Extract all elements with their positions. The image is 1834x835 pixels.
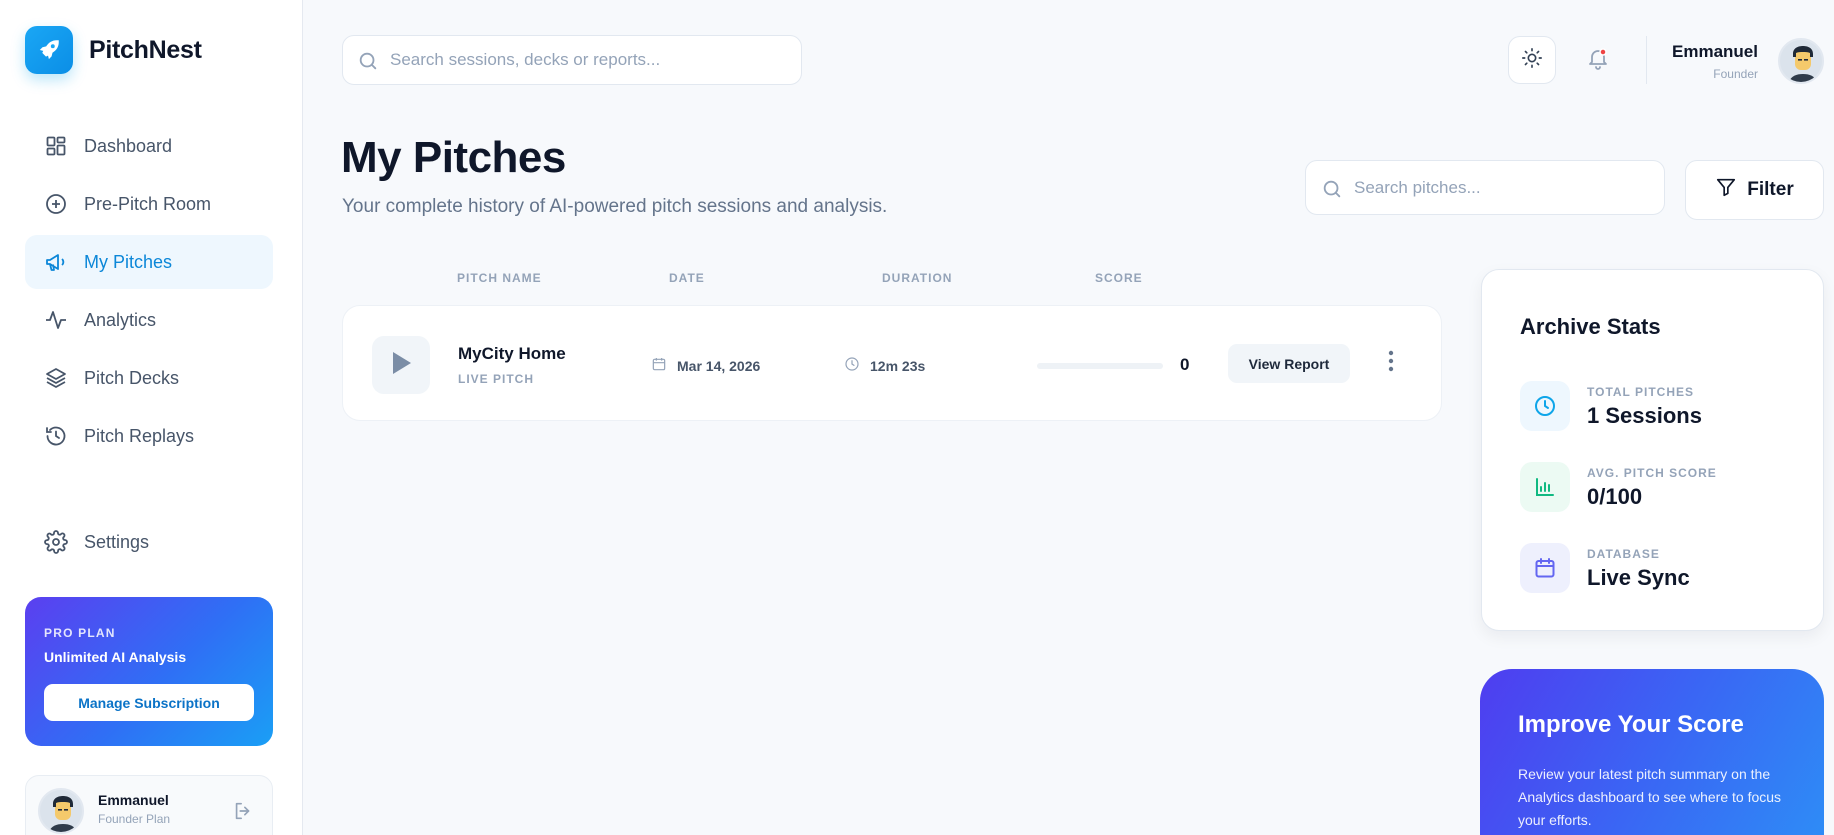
column-header-pitch-name[interactable]: PITCH NAME [457,271,542,285]
pitch-name: MyCity Home [458,344,566,363]
page-subtitle: Your complete history of AI-powered pitc… [342,196,888,217]
bell-icon [1586,46,1610,75]
table-row[interactable]: MyCity Home LIVE PITCH Mar 14, 2026 12m … [342,305,1442,421]
stat-label: DATABASE [1587,547,1660,561]
calendar-icon [651,356,667,375]
sidebar-item-label: My Pitches [84,251,173,272]
pro-plan-title: Unlimited AI Analysis [44,649,187,665]
sidebar: PitchNest Dashboard Pre-Pitch Room My Pi… [0,0,303,835]
sidebar-nav: Dashboard Pre-Pitch Room My Pitches Anal… [25,119,273,467]
search-icon [357,50,379,77]
notifications-button[interactable] [1574,36,1622,84]
sidebar-item-dashboard[interactable]: Dashboard [25,119,273,173]
sidebar-item-label: Pre-Pitch Room [84,193,212,214]
sidebar-user-name: Emmanuel [98,792,169,808]
sidebar-item-pitch-replays[interactable]: Pitch Replays [25,409,273,463]
logout-icon[interactable] [232,800,254,822]
pro-plan-tag: PRO PLAN [44,626,116,640]
play-button[interactable] [372,336,430,394]
plus-circle-icon [44,192,68,216]
score-bar [1037,363,1163,369]
avatar[interactable] [1778,38,1824,84]
pitch-type: LIVE PITCH [458,372,535,386]
brand-name: PitchNest [89,35,202,64]
improve-score-card: Improve Your Score Review your latest pi… [1480,669,1824,835]
view-report-button[interactable]: View Report [1228,344,1350,383]
pro-plan-card: PRO PLAN Unlimited AI Analysis Manage Su… [25,597,273,746]
rocket-icon [25,26,73,74]
sidebar-item-label: Analytics [84,309,157,330]
top-user-info[interactable]: Emmanuel Founder [1672,42,1758,81]
improve-title: Improve Your Score [1518,711,1744,738]
manage-subscription-button[interactable]: Manage Subscription [44,684,254,721]
calendar-icon [1520,543,1570,593]
pitch-search-input[interactable] [1354,177,1664,198]
sidebar-item-label: Pitch Replays [84,425,195,446]
page-title: My Pitches [341,133,566,182]
theme-toggle-button[interactable] [1508,36,1556,84]
stat-value: Live Sync [1587,565,1690,590]
pitch-search [1305,160,1665,215]
column-header-duration[interactable]: DURATION [882,271,952,285]
bar-chart-icon [1520,462,1570,512]
search-icon [1321,178,1343,205]
stat-total-pitches: TOTAL PITCHES 1 Sessions [1520,381,1702,431]
megaphone-icon [44,250,68,274]
clock-icon [844,356,860,375]
archive-stats-title: Archive Stats [1520,314,1661,339]
divider [1646,36,1647,84]
sidebar-item-settings[interactable]: Settings [25,515,273,569]
top-user-role: Founder [1713,67,1758,81]
sidebar-user-plan: Founder Plan [98,812,171,826]
avatar[interactable] [38,788,84,834]
sidebar-item-label: Pitch Decks [84,367,180,388]
sidebar-user-info: Emmanuel Founder Plan [98,792,170,826]
play-icon [389,350,413,381]
pitch-duration: 12m 23s [844,356,925,375]
more-vertical-icon [1388,350,1394,377]
clock-icon [1520,381,1570,431]
gear-icon [44,530,68,554]
sidebar-item-analytics[interactable]: Analytics [25,293,273,347]
stat-label: TOTAL PITCHES [1587,385,1695,399]
stat-avg-score: AVG. PITCH SCORE 0/100 [1520,462,1717,512]
history-icon [44,424,68,448]
sidebar-item-pre-pitch-room[interactable]: Pre-Pitch Room [25,177,273,231]
stat-value: 1 Sessions [1587,403,1702,428]
pitch-duration-value: 12m 23s [870,357,926,374]
activity-icon [44,308,68,332]
dashboard-icon [44,134,68,158]
filter-button[interactable]: Filter [1685,160,1824,220]
stat-label: AVG. PITCH SCORE [1587,466,1717,480]
sidebar-item-label: Dashboard [84,135,173,156]
sidebar-item-pitch-decks[interactable]: Pitch Decks [25,351,273,405]
brand[interactable]: PitchNest [25,26,202,74]
filter-icon [1715,176,1737,204]
sun-icon [1521,47,1543,74]
score-value: 0 [1180,355,1190,374]
column-header-score[interactable]: SCORE [1095,271,1143,285]
global-search-input[interactable] [390,50,801,70]
filter-label: Filter [1747,179,1794,200]
sidebar-item-label: Settings [84,531,150,552]
stat-database: DATABASE Live Sync [1520,543,1690,593]
column-header-date[interactable]: DATE [669,271,705,285]
pitch-date-value: Mar 14, 2026 [677,357,761,374]
improve-text: Review your latest pitch summary on the … [1518,766,1782,828]
more-options-button[interactable] [1380,349,1402,377]
settings-section: Settings [25,515,273,573]
sidebar-user-card: Emmanuel Founder Plan [25,775,273,835]
pitch-date: Mar 14, 2026 [651,356,760,375]
archive-stats-card: Archive Stats TOTAL PITCHES 1 Sessions A… [1481,269,1824,631]
global-search [342,35,802,85]
stat-value: 0/100 [1587,484,1643,509]
sidebar-item-my-pitches[interactable]: My Pitches [25,235,273,289]
top-user-name: Emmanuel [1672,42,1758,61]
layers-icon [44,366,68,390]
